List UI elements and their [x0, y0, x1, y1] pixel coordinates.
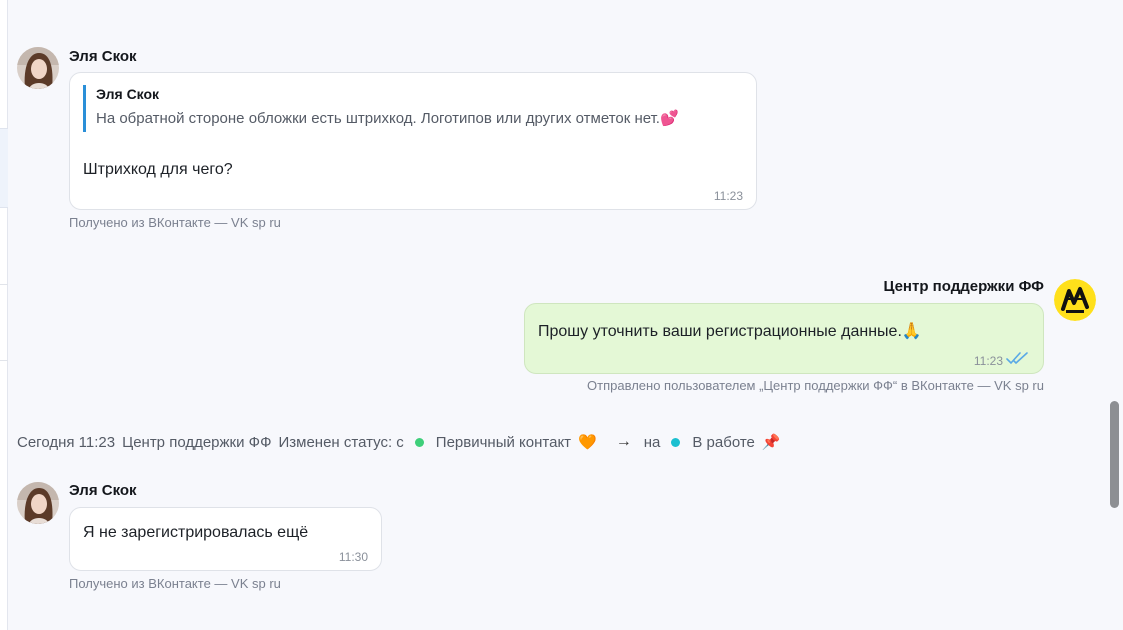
- quote-text-body: На обратной стороне обложки есть штрихко…: [96, 110, 660, 127]
- support-logo-avatar[interactable]: [1054, 279, 1096, 321]
- pray-emoji-icon: 🙏: [901, 323, 922, 340]
- message-text-body: Прошу уточнить ваши регистрационные данн…: [538, 323, 902, 340]
- message-bubble[interactable]: Эля Скок На обратной стороне обложки ест…: [69, 72, 757, 210]
- message-time: 11:30: [338, 550, 368, 564]
- message-author: Центр поддержки ФФ: [883, 278, 1044, 295]
- divider: [0, 284, 8, 285]
- pushpin-emoji-icon: 📌: [761, 434, 781, 451]
- chat-list-edge: [0, 0, 8, 630]
- status-to-word: на: [643, 433, 661, 451]
- chat-list-selected-item[interactable]: [0, 128, 8, 208]
- quote-text: На обратной стороне обложки есть штрихко…: [96, 105, 733, 132]
- avatar[interactable]: [17, 47, 59, 89]
- message-text: Штрихкод для чего?: [83, 161, 233, 178]
- read-double-check-icon: [1006, 351, 1030, 370]
- status-change-event: Сегодня 11:23 Центр поддержки ФФ Изменен…: [17, 431, 788, 453]
- message-source: Получено из ВКонтакте — VK sp ru: [69, 215, 281, 230]
- message-time: 11:23: [973, 354, 1003, 368]
- quote-author: Эля Скок: [96, 86, 160, 102]
- status-label: Изменен статус: с: [278, 433, 404, 451]
- status-date: Сегодня 11:23: [17, 433, 116, 451]
- arrow-right-icon: →: [615, 433, 632, 450]
- message-text: Прошу уточнить ваши регистрационные данн…: [538, 321, 922, 341]
- orange-heart-emoji-icon: 🧡: [578, 434, 597, 451]
- scrollbar-thumb[interactable]: [1110, 401, 1119, 508]
- quoted-message[interactable]: Эля Скок На обратной стороне обложки ест…: [83, 85, 733, 132]
- message-text: Я не зарегистрировалась ещё: [83, 524, 309, 541]
- divider: [0, 360, 8, 361]
- avatar[interactable]: [17, 482, 59, 524]
- message-source: Отправлено пользователем „Центр поддержк…: [587, 378, 1044, 393]
- message-bubble[interactable]: Я не зарегистрировалась ещё 11:30: [69, 507, 382, 571]
- hearts-emoji-icon: 💕: [659, 110, 679, 127]
- message-bubble-outgoing[interactable]: Прошу уточнить ваши регистрационные данн…: [524, 303, 1044, 374]
- message-author: Эля Скок: [69, 48, 137, 65]
- message-author: Эля Скок: [69, 482, 137, 499]
- status-to: В работе: [692, 433, 755, 451]
- status-actor: Центр поддержки ФФ: [122, 433, 272, 451]
- status-to-dot-icon: [671, 437, 681, 447]
- status-from: Первичный контакт: [435, 433, 572, 451]
- status-from-dot-icon: [414, 437, 424, 447]
- message-time: 11:23: [713, 189, 743, 203]
- message-source: Получено из ВКонтакте — VK sp ru: [69, 576, 281, 591]
